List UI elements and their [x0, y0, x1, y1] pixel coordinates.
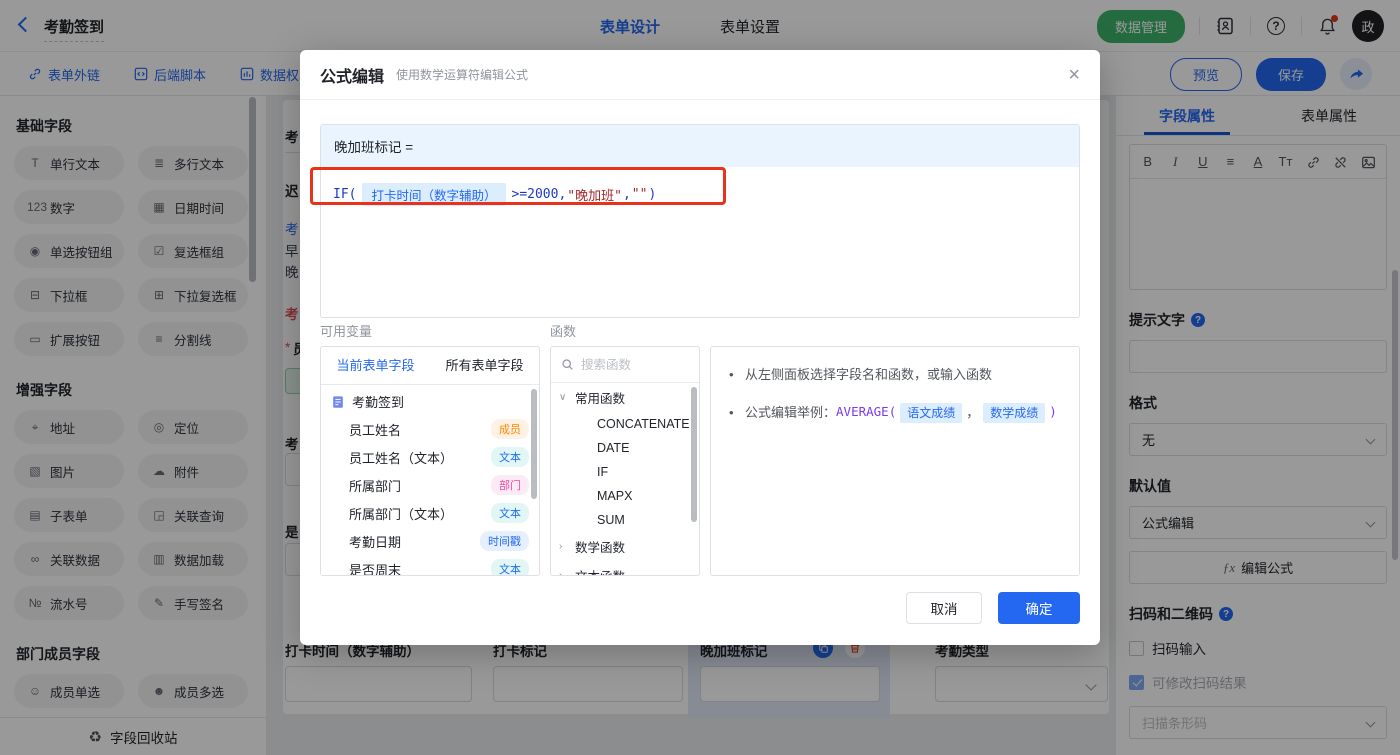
- formula-editor-modal: 公式编辑 使用数学运算符编辑公式 × 晚加班标记 = IF( 打卡时间（数字辅助）…: [300, 50, 1100, 645]
- function-row[interactable]: › 数学函数: [551, 532, 699, 561]
- tree-caret-icon: ∨: [559, 392, 567, 403]
- variable-row[interactable]: 考勤日期 时间戳: [321, 527, 539, 555]
- modal-subtitle: 使用数学运算符编辑公式: [396, 68, 529, 82]
- formula-editor-area[interactable]: 晚加班标记 = IF( 打卡时间（数字辅助） >=2000, "晚加班", ""): [320, 124, 1080, 318]
- variable-row[interactable]: 所属部门（文本） 文本: [321, 499, 539, 527]
- field-type-tag: 部门: [491, 475, 529, 495]
- function-row[interactable]: IF: [551, 460, 699, 484]
- example-chip-chinese: 语文成绩: [900, 402, 963, 423]
- field-type-tag: 成员: [491, 419, 529, 439]
- formula-token: 打卡时间（数字辅助）: [362, 183, 506, 206]
- form-root-node[interactable]: 考勤签到: [321, 385, 539, 415]
- function-row[interactable]: ∨ 常用函数: [551, 383, 699, 412]
- variable-row[interactable]: 所属部门 部门: [321, 471, 539, 499]
- field-type-tag: 文本: [491, 503, 529, 523]
- field-type-tag: 文本: [491, 559, 529, 575]
- bullet: •: [729, 404, 734, 420]
- variable-row[interactable]: 员工姓名（文本） 文本: [321, 443, 539, 471]
- function-row[interactable]: DATE: [551, 436, 699, 460]
- confirm-button[interactable]: 确定: [998, 592, 1080, 624]
- formula-token: "晚加班": [567, 189, 622, 204]
- function-row[interactable]: › 文本函数: [551, 561, 699, 576]
- formula-token: "": [631, 187, 648, 202]
- tab-all-form-fields[interactable]: 所有表单字段: [430, 347, 539, 384]
- variable-rows: 员工姓名 成员 员工姓名（文本） 文本 所属部门 部门 所属部门（文本） 文本 …: [321, 415, 539, 575]
- function-search[interactable]: [551, 347, 699, 383]
- cancel-button[interactable]: 取消: [906, 592, 982, 624]
- functions-panel: ∨ 常用函数 CONCATENATE DATE IF MAPX SUM › 数学…: [550, 346, 700, 576]
- function-row[interactable]: SUM: [551, 508, 699, 532]
- variable-row[interactable]: 员工姓名 成员: [321, 415, 539, 443]
- field-type-tag: 时间戳: [480, 531, 529, 551]
- tree-caret-icon: ›: [559, 570, 563, 576]
- app-window: 考勤签到 表单设计 表单设置 数据管理 ? 政 表单外链 后端脚本 数据权限 预…: [0, 0, 1400, 755]
- close-icon[interactable]: ×: [1068, 65, 1080, 85]
- tree-caret-icon: ›: [559, 541, 563, 552]
- function-row[interactable]: MAPX: [551, 484, 699, 508]
- search-icon: [562, 359, 573, 370]
- document-icon: [333, 395, 343, 408]
- function-search-input[interactable]: [581, 357, 689, 372]
- function-row[interactable]: CONCATENATE: [551, 412, 699, 436]
- variables-label: 可用变量: [320, 324, 373, 339]
- variables-scrollbar[interactable]: [531, 389, 537, 499]
- field-type-tag: 文本: [491, 447, 529, 467]
- formula-token: IF(: [333, 187, 357, 202]
- example-chip-math: 数学成绩: [983, 402, 1046, 423]
- functions-label: 函数: [550, 324, 577, 339]
- variable-row[interactable]: 是否周末 文本: [321, 555, 539, 575]
- help-line-2: 公式编辑举例：: [745, 404, 837, 420]
- bullet: •: [729, 367, 734, 382]
- formula-help-panel: • 从左侧面板选择字段名和函数，或输入函数 • 公式编辑举例： AVERAGE(…: [710, 346, 1080, 576]
- function-rows: ∨ 常用函数 CONCATENATE DATE IF MAPX SUM › 数学…: [551, 383, 699, 576]
- modal-title: 公式编辑: [320, 68, 385, 86]
- formula-token: >=2000,: [511, 187, 567, 202]
- formula-token: ): [648, 187, 657, 202]
- help-line-1: 从左侧面板选择字段名和函数，或输入函数: [745, 367, 993, 382]
- functions-scrollbar[interactable]: [691, 387, 697, 522]
- variables-panel: 当前表单字段 所有表单字段 考勤签到 员工姓名 成员 员工姓名（文本） 文本 所…: [320, 346, 540, 576]
- formula-expression[interactable]: IF( 打卡时间（数字辅助） >=2000, "晚加班", ""): [321, 167, 1079, 222]
- formula-token: ,: [622, 187, 631, 202]
- tab-current-form-fields[interactable]: 当前表单字段: [321, 347, 430, 384]
- formula-target: 晚加班标记 =: [321, 125, 1079, 167]
